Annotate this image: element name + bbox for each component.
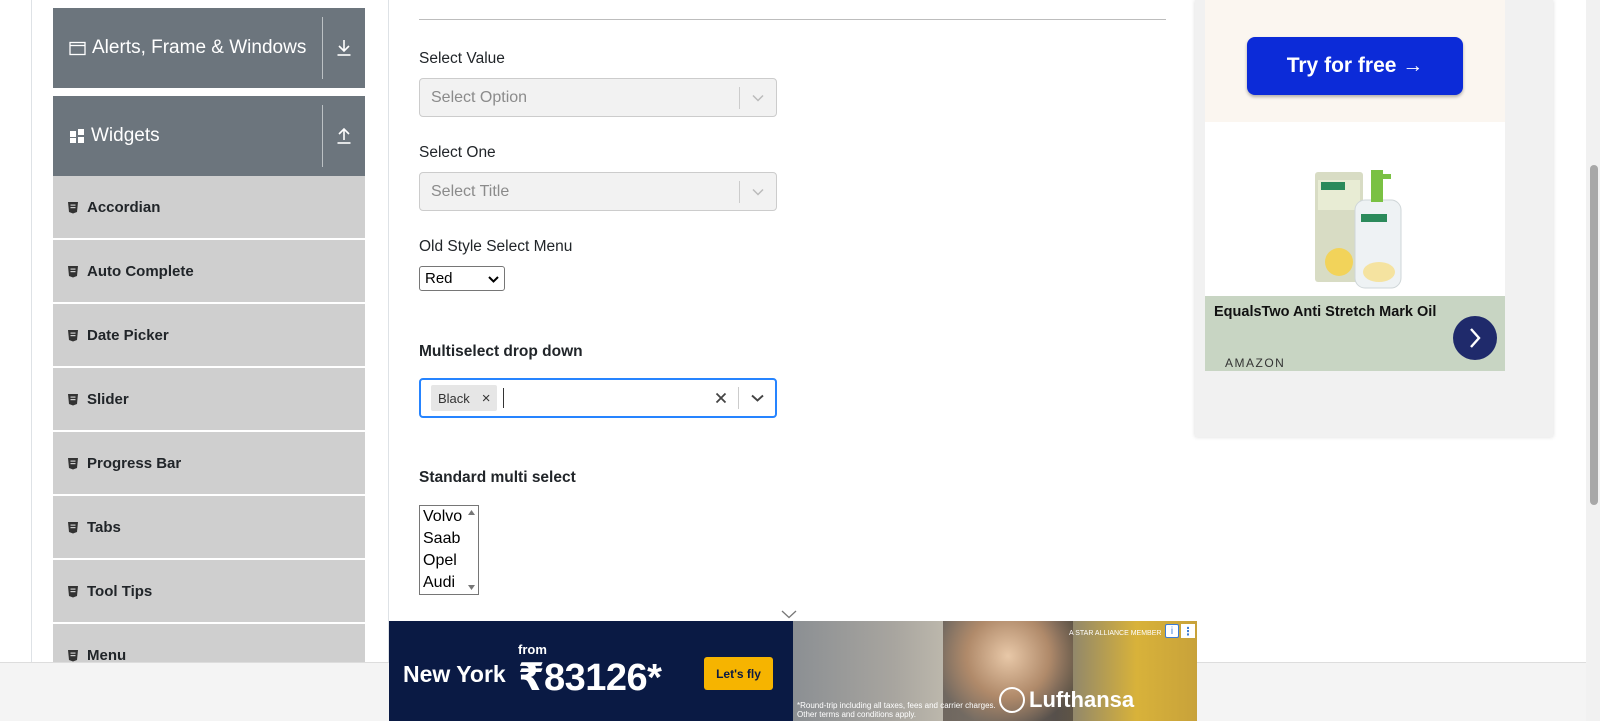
select-value-label: Select Value [419, 50, 505, 67]
sidebar-item-label: Date Picker [87, 326, 169, 344]
html5-icon [67, 393, 79, 406]
sidebar-item-menu[interactable]: Menu [53, 624, 365, 662]
widgets-menu-list: Accordian Auto Complete Date Picker Slid… [53, 176, 365, 662]
ad-promo-panel: Try for free → [1205, 0, 1505, 122]
chip-remove-icon[interactable]: × [476, 390, 497, 407]
page-scrollbar-thumb[interactable] [1590, 165, 1598, 505]
multiselect-dropdown[interactable]: Black × [419, 378, 777, 418]
product-image[interactable] [1205, 122, 1505, 296]
sidebar-item-progress-bar[interactable]: Progress Bar [53, 432, 365, 496]
sidebar-item-label: Auto Complete [87, 262, 194, 280]
product-brand: AMAZON [1225, 356, 1286, 370]
banner-brand: Lufthansa [1029, 687, 1135, 712]
sidebar-item-accordian[interactable]: Accordian [53, 176, 365, 240]
html5-icon [67, 329, 79, 342]
select-one-label: Select One [419, 144, 496, 161]
sidebar-item-label: Accordian [87, 198, 161, 216]
html5-icon [67, 201, 79, 214]
try-for-free-button[interactable]: Try for free → [1247, 37, 1463, 95]
window-icon [69, 41, 86, 56]
select-value-placeholder: Select Option [431, 88, 528, 106]
chevron-right-icon[interactable] [1453, 316, 1497, 360]
chevron-down-icon[interactable] [740, 188, 776, 196]
banner-city: New York [403, 661, 506, 687]
sidebar-item-tool-tips[interactable]: Tool Tips [53, 560, 365, 624]
html5-icon [67, 521, 79, 534]
sidebar-item-label: Slider [87, 390, 129, 408]
group-header-alerts-frame-windows[interactable]: Alerts, Frame & Windows [53, 8, 365, 88]
text-cursor [502, 388, 504, 408]
section-divider [419, 19, 1166, 20]
side-advertisement: Try for free → EqualsTwo Anti Stretch Ma… [1195, 0, 1553, 437]
sidebar-item-auto-complete[interactable]: Auto Complete [53, 240, 365, 304]
sidebar-item-label: Tool Tips [87, 582, 153, 600]
chip-label: Black [438, 390, 470, 406]
sidebar-item-slider[interactable]: Slider [53, 368, 365, 432]
sidebar-item-label: Progress Bar [87, 454, 182, 472]
page: Alerts, Frame & Windows Widgets Accordia… [0, 0, 1600, 721]
old-style-select-value: Red [425, 270, 453, 287]
chevron-down-icon[interactable] [740, 94, 776, 102]
banner-price: ₹83126* [518, 657, 662, 699]
standard-multi-select[interactable]: Volvo Saab Opel Audi [419, 505, 479, 595]
old-style-select[interactable]: Red [419, 266, 505, 291]
left-divider [31, 0, 32, 662]
html5-icon [67, 457, 79, 470]
download-arrow-icon[interactable] [323, 39, 365, 57]
sidebar-item-date-picker[interactable]: Date Picker [53, 304, 365, 368]
html5-icon [67, 585, 79, 598]
group-label: Widgets [91, 125, 160, 146]
sidebar-item-tabs[interactable]: Tabs [53, 496, 365, 560]
group-header-widgets[interactable]: Widgets [53, 96, 365, 176]
product-caption[interactable]: EqualsTwo Anti Stretch Mark Oil AMAZON [1205, 296, 1505, 371]
standard-multi-select-label: Standard multi select [419, 469, 576, 486]
select-value-dropdown[interactable]: Select Option [419, 78, 777, 117]
group-label: Alerts, Frame & Windows [92, 37, 307, 58]
grid-icon [69, 128, 85, 144]
selected-chip: Black × [431, 385, 497, 411]
sidebar-item-label: Tabs [87, 518, 121, 536]
html5-icon [67, 265, 79, 278]
chevron-down-icon [488, 270, 499, 287]
banner-alliance: A STAR ALLIANCE MEMBER [1069, 630, 1162, 637]
group-title: Widgets [53, 125, 322, 147]
html5-icon [67, 649, 79, 662]
lets-fly-button[interactable]: Let's fly [704, 657, 773, 690]
clear-icon[interactable] [704, 392, 738, 404]
chevron-down-icon[interactable] [739, 394, 775, 402]
ad-info-icon[interactable]: i [1165, 624, 1179, 638]
multiselect-label: Multiselect drop down [419, 343, 583, 360]
select-one-placeholder: Select Title [431, 182, 510, 200]
select-one-dropdown[interactable]: Select Title [419, 172, 777, 211]
group-title: Alerts, Frame & Windows [53, 37, 322, 59]
more-options-icon[interactable]: ⋮ [1181, 624, 1195, 638]
banner-advertisement[interactable]: New York from ₹83126* Let's fly A STAR A… [389, 621, 1197, 721]
product-name: EqualsTwo Anti Stretch Mark Oil [1214, 304, 1437, 320]
old-style-select-label: Old Style Select Menu [419, 238, 573, 255]
upload-arrow-icon[interactable] [323, 127, 365, 145]
sidebar-divider [388, 0, 389, 662]
sidebar-item-label: Menu [87, 646, 127, 663]
banner-fine-print: *Round-trip including all taxes, fees an… [797, 701, 996, 719]
listbox-scrollbar[interactable] [465, 506, 478, 594]
